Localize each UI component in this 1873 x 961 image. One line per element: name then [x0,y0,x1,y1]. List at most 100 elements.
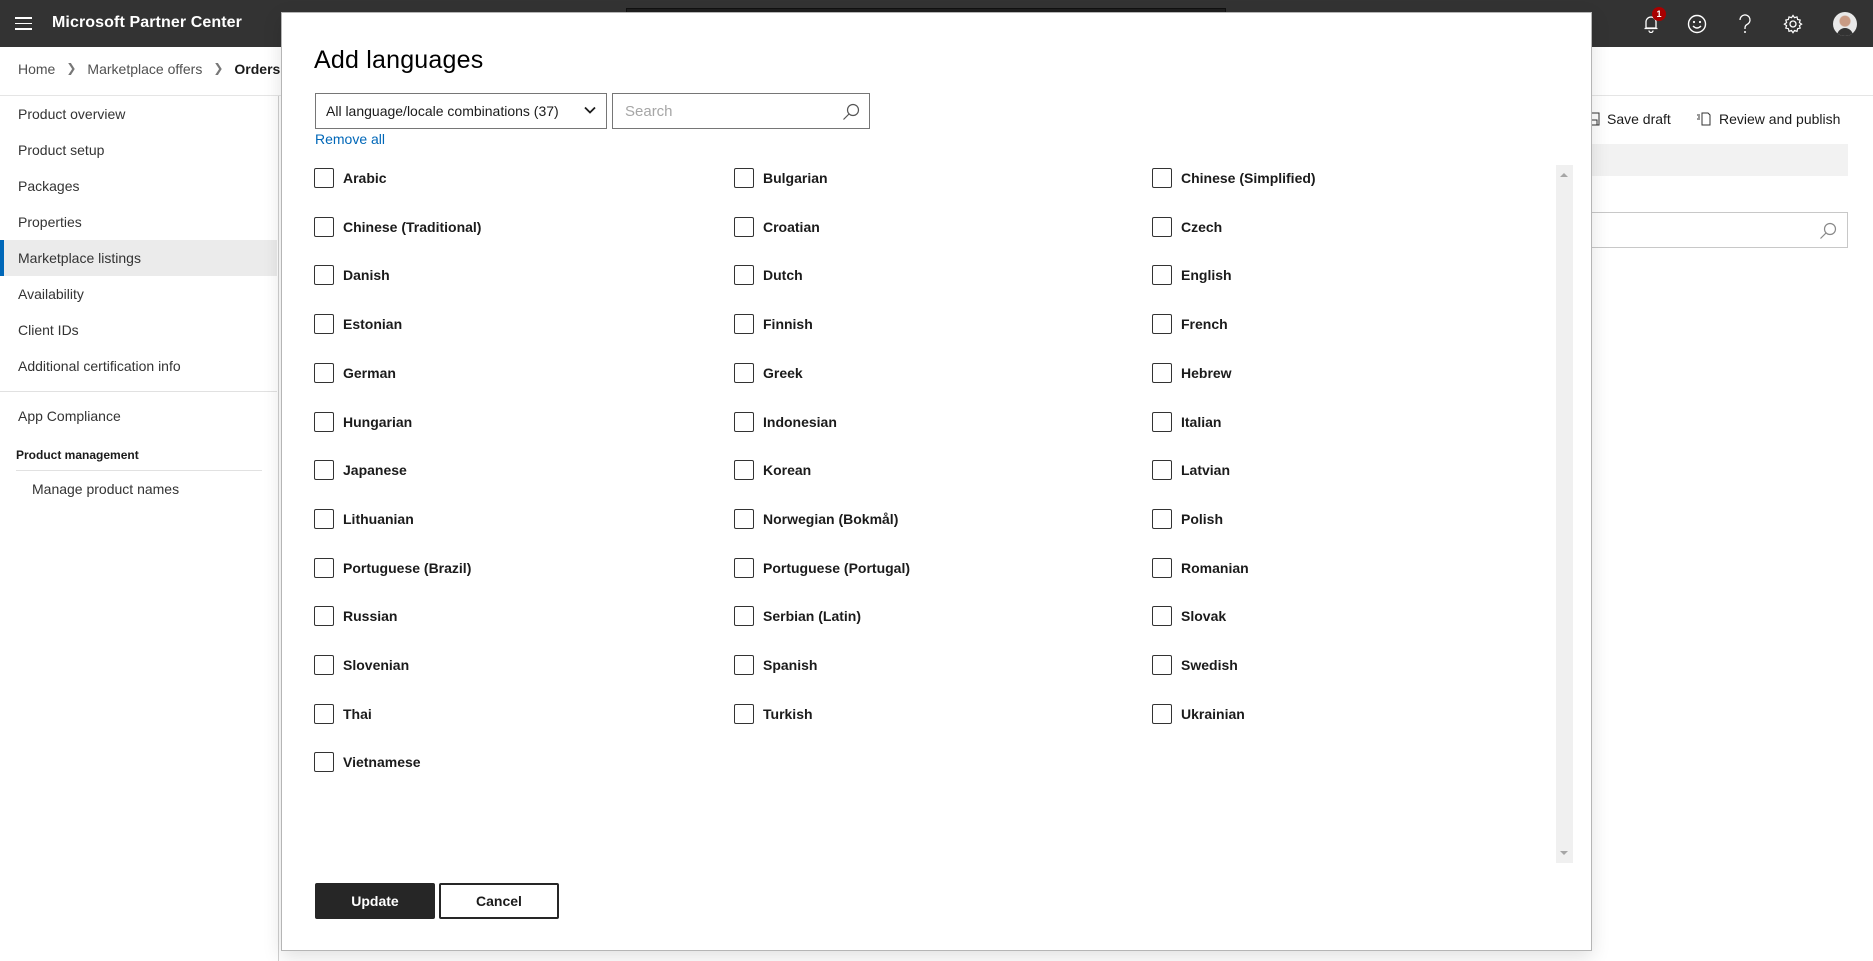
language-option[interactable]: Chinese (Traditional) [314,216,481,237]
language-option[interactable]: Slovak [1152,606,1226,627]
avatar[interactable] [1833,12,1857,36]
language-option[interactable]: Spanish [734,655,817,675]
update-button[interactable]: Update [315,883,435,919]
language-search-input[interactable] [613,94,833,128]
language-checkbox[interactable] [734,265,754,286]
language-checkbox[interactable] [734,460,754,481]
language-option[interactable]: Danish [314,265,390,286]
language-option[interactable]: Latvian [1152,460,1230,481]
language-checkbox[interactable] [1152,508,1172,529]
language-checkbox[interactable] [314,265,334,286]
background-search-input[interactable] [1590,212,1848,248]
language-option[interactable]: Turkish [734,703,813,724]
language-option[interactable]: Swedish [1152,655,1238,675]
sidebar-item-packages[interactable]: Packages [0,168,277,204]
language-option[interactable]: Ukrainian [1152,703,1245,724]
sidebar-item-additional-certification-info[interactable]: Additional certification info [0,348,277,384]
save-draft-button[interactable]: Save draft [1588,111,1671,127]
language-checkbox[interactable] [314,168,334,188]
language-checkbox[interactable] [1152,216,1172,237]
language-option[interactable]: Portuguese (Brazil) [314,557,471,578]
help-icon[interactable] [1733,12,1757,36]
language-checkbox[interactable] [734,168,754,188]
language-checkbox[interactable] [314,362,334,383]
language-option[interactable]: Chinese (Simplified) [1152,168,1316,188]
cancel-button[interactable]: Cancel [439,883,559,919]
language-option[interactable]: Dutch [734,265,803,286]
language-option[interactable]: Bulgarian [734,168,828,188]
language-option[interactable]: Polish [1152,508,1223,529]
language-option[interactable]: Estonian [314,314,402,335]
language-checkbox[interactable] [1152,460,1172,481]
language-checkbox[interactable] [1152,362,1172,383]
app-title[interactable]: Microsoft Partner Center [52,14,242,32]
sidebar-item-app-compliance[interactable]: App Compliance [0,398,277,434]
language-checkbox[interactable] [734,411,754,432]
language-checkbox[interactable] [1152,314,1172,335]
language-checkbox[interactable] [1152,606,1172,627]
language-option[interactable]: Italian [1152,411,1221,432]
language-option[interactable]: Greek [734,362,803,383]
language-option[interactable]: Finnish [734,314,813,335]
language-option[interactable]: Czech [1152,216,1222,237]
language-option[interactable]: Vietnamese [314,752,421,773]
language-option[interactable]: Lithuanian [314,508,414,529]
language-checkbox[interactable] [314,314,334,335]
language-option[interactable]: German [314,362,396,383]
language-checkbox[interactable] [734,362,754,383]
language-filter-dropdown[interactable]: All language/locale combinations (37) [315,93,607,129]
language-option[interactable]: Korean [734,460,811,481]
breadcrumb-marketplace-offers[interactable]: Marketplace offers [87,61,202,77]
language-checkbox[interactable] [734,216,754,237]
language-checkbox[interactable] [314,752,334,773]
sidebar-item-product-overview[interactable]: Product overview [0,96,277,132]
language-checkbox[interactable] [734,508,754,529]
language-checkbox[interactable] [314,460,334,481]
language-checkbox[interactable] [1152,557,1172,578]
hamburger-menu-icon[interactable] [15,17,32,30]
sidebar-item-manage-product-names[interactable]: Manage product names [0,471,277,507]
language-option[interactable]: Portuguese (Portugal) [734,557,910,578]
language-checkbox[interactable] [314,216,334,237]
language-checkbox[interactable] [734,314,754,335]
language-checkbox[interactable] [314,508,334,529]
language-checkbox[interactable] [1152,411,1172,432]
language-checkbox[interactable] [1152,168,1172,188]
language-option[interactable]: Slovenian [314,655,409,675]
sidebar-item-properties[interactable]: Properties [0,204,277,240]
language-checkbox[interactable] [314,655,334,675]
language-option[interactable]: Serbian (Latin) [734,606,861,627]
language-option[interactable]: Indonesian [734,411,837,432]
language-checkbox[interactable] [314,411,334,432]
language-checkbox[interactable] [1152,265,1172,286]
language-checkbox[interactable] [314,606,334,627]
scroll-down-arrow-icon[interactable] [1560,851,1568,855]
sidebar-item-client-ids[interactable]: Client IDs [0,312,277,348]
language-option[interactable]: Hebrew [1152,362,1232,383]
language-option[interactable]: Croatian [734,216,820,237]
language-option[interactable]: Russian [314,606,397,627]
language-option[interactable]: Arabic [314,168,387,188]
smiley-feedback-icon[interactable] [1685,12,1709,36]
language-option[interactable]: Thai [314,703,372,724]
language-checkbox[interactable] [734,655,754,675]
language-checkbox[interactable] [314,557,334,578]
language-option[interactable]: Japanese [314,460,407,481]
breadcrumb-home[interactable]: Home [18,61,55,77]
language-checkbox[interactable] [1152,703,1172,724]
language-option[interactable]: Norwegian (Bokmål) [734,508,898,529]
language-checkbox[interactable] [314,703,334,724]
sidebar-item-availability[interactable]: Availability [0,276,277,312]
language-option[interactable]: Hungarian [314,411,412,432]
language-checkbox[interactable] [1152,655,1172,675]
language-option[interactable]: Romanian [1152,557,1249,578]
language-option[interactable]: English [1152,265,1232,286]
sidebar-item-marketplace-listings[interactable]: Marketplace listings [0,240,277,276]
gear-icon[interactable] [1781,12,1805,36]
language-checkbox[interactable] [734,606,754,627]
sidebar-item-product-setup[interactable]: Product setup [0,132,277,168]
search-icon[interactable] [842,103,860,121]
language-list-scrollbar[interactable] [1556,165,1573,863]
language-checkbox[interactable] [734,703,754,724]
language-checkbox[interactable] [734,557,754,578]
